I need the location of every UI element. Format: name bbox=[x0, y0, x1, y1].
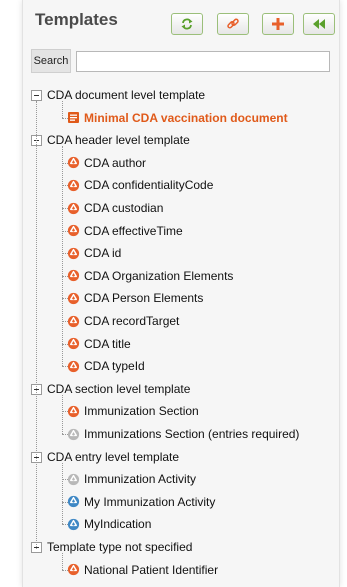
tree-leaf-label: Immunization Activity bbox=[84, 472, 197, 487]
tree-leaf[interactable]: My Immunization Activity bbox=[67, 494, 215, 510]
tree-leaf[interactable]: CDA Person Elements bbox=[67, 290, 203, 306]
tree-leaf[interactable]: CDA title bbox=[67, 336, 131, 352]
tree-leaf[interactable]: CDA typeId bbox=[67, 358, 145, 374]
tree-category-label: CDA header level template bbox=[47, 133, 190, 148]
recycle-orange-icon bbox=[67, 247, 80, 260]
recycle-gray-icon bbox=[67, 473, 80, 486]
tree-leaf-label: National Patient Identifier bbox=[84, 562, 219, 577]
tree-leaf[interactable]: CDA confidentialityCode bbox=[67, 177, 213, 193]
tree-leaf-label: CDA confidentialityCode bbox=[84, 178, 214, 193]
tree-leaf-label: CDA custodian bbox=[84, 201, 164, 215]
tree-connector bbox=[62, 553, 63, 570]
tree-leaf[interactable]: CDA custodian bbox=[67, 200, 163, 216]
tree-leaf-label: CDA title bbox=[84, 336, 131, 351]
tree-leaf[interactable]: Immunization Section bbox=[67, 403, 199, 419]
tree-category-label: Template type not specified bbox=[47, 540, 193, 554]
tree-leaf[interactable]: CDA Organization Elements bbox=[67, 268, 233, 284]
recycle-orange-icon bbox=[67, 563, 80, 576]
tree-leaf[interactable]: CDA effectiveTime bbox=[67, 223, 183, 239]
tree-category-label: CDA section level template bbox=[47, 381, 191, 396]
templates-panel: Templates Search CDA document level temp… bbox=[22, 0, 340, 587]
template-tree: CDA document level template Minimal CDA v… bbox=[23, 0, 341, 587]
tree-leaf-label: CDA author bbox=[84, 155, 147, 170]
recycle-orange-icon bbox=[67, 202, 80, 215]
tree-connector bbox=[36, 101, 37, 549]
tree-leaf[interactable]: CDA id bbox=[67, 245, 121, 261]
tree-connector bbox=[62, 146, 63, 367]
recycle-orange-icon bbox=[67, 224, 80, 237]
tree-connector bbox=[62, 394, 63, 434]
collapse-toggle-icon[interactable] bbox=[31, 90, 42, 101]
recycle-orange-icon bbox=[67, 156, 80, 169]
tree-leaf[interactable]: Immunizations Section (entries required) bbox=[67, 426, 299, 442]
tree-connector bbox=[62, 462, 63, 525]
recycle-orange-icon bbox=[67, 405, 80, 418]
tree-leaf[interactable]: Minimal CDA vaccination document bbox=[67, 110, 288, 126]
recycle-blue-icon bbox=[67, 495, 80, 508]
recycle-orange-icon bbox=[67, 179, 80, 192]
tree-leaf-label: CDA effectiveTime bbox=[84, 223, 183, 238]
tree-leaf-label: CDA id bbox=[84, 246, 122, 261]
recycle-blue-icon bbox=[67, 518, 80, 531]
recycle-orange-icon bbox=[67, 315, 80, 328]
tree-leaf[interactable]: Immunization Activity bbox=[67, 471, 196, 487]
recycle-orange-icon bbox=[67, 337, 80, 350]
tree-leaf[interactable]: CDA author bbox=[67, 155, 146, 171]
tree-leaf-label: Minimal CDA vaccination document bbox=[84, 110, 288, 125]
recycle-orange-icon bbox=[67, 292, 80, 305]
tree-leaf-label: CDA Person Elements bbox=[84, 291, 204, 306]
tree-leaf-label: My Immunization Activity bbox=[84, 494, 216, 509]
tree-leaf-label: CDA recordTarget bbox=[84, 314, 180, 328]
tree-leaf-label: Immunization Section bbox=[84, 404, 199, 419]
tree-leaf-label: CDA typeId bbox=[84, 359, 145, 374]
tree-leaf-label: CDA Organization Elements bbox=[84, 268, 234, 283]
tree-leaf[interactable]: National Patient Identifier bbox=[67, 562, 218, 578]
tree-leaf[interactable]: MyIndication bbox=[67, 516, 151, 532]
recycle-orange-icon bbox=[67, 269, 80, 282]
tree-leaf[interactable]: CDA recordTarget bbox=[67, 313, 179, 329]
tree-leaf-label: MyIndication bbox=[84, 517, 152, 532]
document-icon bbox=[67, 111, 80, 124]
recycle-gray-icon bbox=[67, 428, 80, 441]
recycle-orange-icon bbox=[67, 360, 80, 373]
tree-category-label: CDA entry level template bbox=[47, 449, 180, 464]
tree-leaf-label: Immunizations Section (entries required) bbox=[84, 427, 300, 441]
tree-connector bbox=[62, 101, 63, 118]
tree-category-label: CDA document level template bbox=[47, 88, 206, 102]
